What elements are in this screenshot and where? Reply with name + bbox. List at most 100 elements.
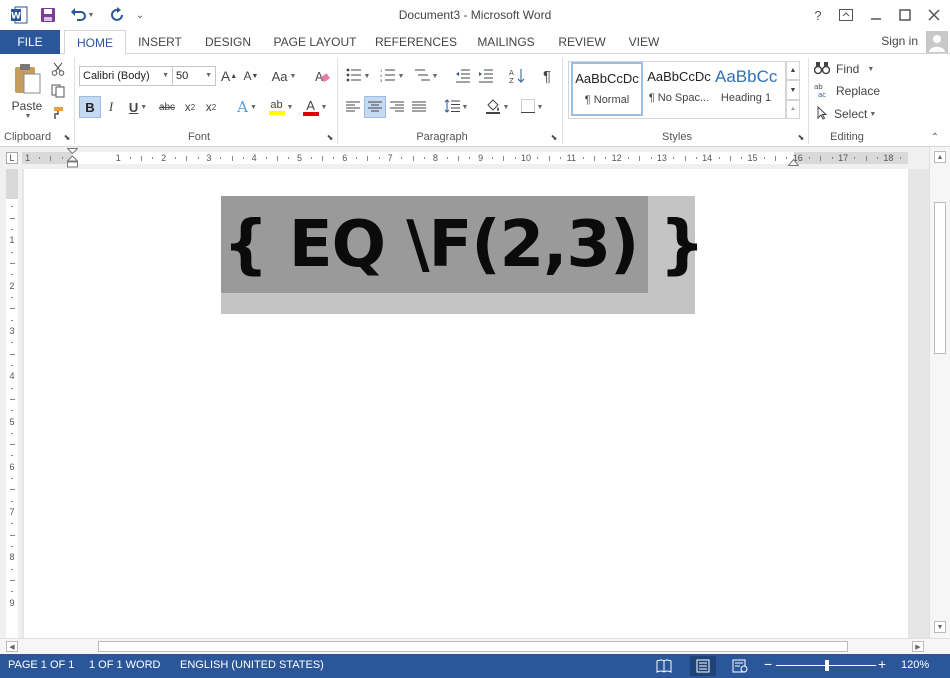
- replace-button[interactable]: ab ac Replace: [814, 81, 884, 101]
- justify-icon[interactable]: [408, 96, 430, 118]
- horizontal-ruler[interactable]: L 1 1 2 3 4 5 6 7 8 9 10 11 12 13 14 15 16 17 18: [0, 147, 950, 169]
- align-left-icon[interactable]: [342, 96, 364, 118]
- italic-button[interactable]: I: [101, 96, 121, 118]
- font-color-button[interactable]: A ▼: [299, 96, 331, 118]
- tab-review[interactable]: REVIEW: [552, 30, 612, 54]
- vertical-scrollbar[interactable]: ▲ ▼: [929, 147, 950, 638]
- find-button[interactable]: Find ▼: [813, 59, 884, 79]
- field-code-text[interactable]: { EQ \F(2,3) }: [223, 199, 705, 291]
- maximize-icon[interactable]: [891, 4, 919, 26]
- vruler-tick-mark: [11, 591, 13, 593]
- style-normal[interactable]: AaBbCcDc ¶ Normal: [571, 62, 643, 116]
- tab-references[interactable]: REFERENCES: [372, 30, 460, 54]
- scroll-down-arrow-icon[interactable]: ▼: [934, 621, 946, 633]
- underline-button[interactable]: U ▼: [123, 96, 153, 118]
- web-layout-icon[interactable]: [732, 659, 748, 676]
- tab-insert[interactable]: INSERT: [132, 30, 188, 54]
- styles-scroll-down-icon[interactable]: ▼: [786, 80, 800, 100]
- cut-icon[interactable]: [49, 60, 67, 78]
- grow-font-button[interactable]: A ▲: [219, 66, 239, 86]
- superscript-button[interactable]: x2: [201, 96, 221, 118]
- font-size-select[interactable]: 50 ▼: [172, 66, 216, 86]
- minimize-icon[interactable]: [862, 4, 890, 26]
- zoom-in-button[interactable]: +: [878, 656, 886, 672]
- styles-more-icon[interactable]: ⩡: [786, 100, 800, 119]
- paragraph-launcher-icon[interactable]: ⬊: [549, 132, 559, 142]
- ribbon-display-options-icon[interactable]: [832, 4, 860, 26]
- clear-formatting-icon[interactable]: A: [311, 66, 333, 86]
- scroll-up-arrow-icon[interactable]: ▲: [934, 151, 946, 163]
- word-count[interactable]: 1 OF 1 WORD: [89, 659, 161, 671]
- format-painter-icon[interactable]: [49, 104, 67, 122]
- sort-icon[interactable]: AZ: [506, 66, 528, 86]
- page-count[interactable]: PAGE 1 OF 1: [8, 659, 74, 671]
- style-no-spacing[interactable]: AaBbCcDc ¶ No Spac...: [643, 62, 715, 116]
- font-launcher-icon[interactable]: ⬊: [325, 132, 335, 142]
- style-heading-1[interactable]: AaBbCc Heading 1: [713, 62, 779, 116]
- ruler-tick-label: 13: [656, 153, 667, 163]
- read-mode-icon[interactable]: [656, 659, 672, 676]
- align-right-icon[interactable]: [386, 96, 408, 118]
- tab-mailings[interactable]: MAILINGS: [470, 30, 542, 54]
- avatar[interactable]: [926, 31, 948, 53]
- strikethrough-button[interactable]: abc: [155, 96, 179, 118]
- multilevel-list-button[interactable]: ▼: [410, 66, 442, 86]
- document-area[interactable]: { EQ \F(2,3) }: [22, 169, 929, 638]
- tab-page-layout[interactable]: PAGE LAYOUT: [268, 30, 362, 54]
- show-formatting-marks-button[interactable]: ¶: [537, 66, 557, 86]
- document-page[interactable]: { EQ \F(2,3) }: [24, 169, 908, 638]
- horizontal-scroll-thumb[interactable]: [98, 641, 848, 652]
- bold-button[interactable]: B: [79, 96, 101, 118]
- bullets-button[interactable]: ▼: [342, 66, 374, 86]
- change-case-button[interactable]: Aa ▼: [269, 66, 299, 86]
- vertical-ruler[interactable]: 1 2 3 4 5 6 7 8 9: [0, 169, 22, 638]
- vruler-tick-mark: [9, 308, 15, 310]
- decrease-indent-icon[interactable]: [452, 66, 474, 86]
- close-icon[interactable]: [920, 4, 948, 26]
- borders-button[interactable]: ▼: [516, 96, 548, 118]
- numbering-button[interactable]: 1 2 3 ▼: [376, 66, 408, 86]
- zoom-out-button[interactable]: −: [764, 656, 772, 672]
- highlight-label: ab: [270, 99, 283, 111]
- styles-launcher-icon[interactable]: ⬊: [796, 132, 806, 142]
- shrink-font-button[interactable]: A ▼: [241, 66, 261, 86]
- help-button[interactable]: ?: [804, 4, 832, 26]
- tab-view[interactable]: VIEW: [622, 30, 666, 54]
- line-spacing-button[interactable]: ▼: [440, 96, 472, 118]
- text-effects-button[interactable]: A ▼: [232, 96, 262, 118]
- first-line-indent-icon[interactable]: [66, 148, 79, 171]
- scroll-left-arrow-icon[interactable]: ◀: [6, 641, 18, 652]
- collapse-ribbon-icon[interactable]: ⌃: [928, 132, 942, 143]
- styles-scroll-up-icon[interactable]: ▲: [786, 61, 800, 80]
- horizontal-scrollbar[interactable]: ◀ ▶: [0, 638, 950, 654]
- language-indicator[interactable]: ENGLISH (UNITED STATES): [180, 659, 324, 671]
- sign-in-link[interactable]: Sign in: [881, 34, 918, 48]
- select-button[interactable]: Select ▼: [814, 104, 884, 124]
- subscript-digit: 2: [190, 102, 196, 112]
- shading-button[interactable]: ▼: [481, 96, 513, 118]
- font-family-select[interactable]: Calibri (Body) ▼: [79, 66, 173, 86]
- zoom-level[interactable]: 120%: [901, 659, 929, 671]
- highlight-button[interactable]: ab ▼: [265, 96, 297, 118]
- right-indent-icon[interactable]: [787, 156, 800, 170]
- scroll-right-arrow-icon[interactable]: ▶: [912, 641, 924, 652]
- zoom-slider-thumb[interactable]: [825, 660, 829, 671]
- tab-design[interactable]: DESIGN: [198, 30, 258, 54]
- increase-indent-icon[interactable]: [475, 66, 497, 86]
- style-heading-1-sample: AaBbCc: [715, 67, 778, 86]
- ruler-tick-label: 18: [883, 153, 894, 163]
- font-size-value: 50: [176, 70, 189, 82]
- tab-file[interactable]: FILE: [0, 30, 60, 54]
- ruler-tick-mark: [174, 157, 176, 159]
- align-center-icon[interactable]: [364, 96, 386, 118]
- subscript-button[interactable]: x2: [180, 96, 200, 118]
- ruler-tick-mark: [548, 155, 550, 161]
- paste-button[interactable]: Paste ▼: [6, 60, 48, 122]
- tab-home[interactable]: HOME: [64, 30, 126, 55]
- svg-text:Z: Z: [509, 77, 514, 84]
- vruler-tick-mark: [11, 410, 13, 412]
- clipboard-launcher-icon[interactable]: ⬊: [62, 132, 72, 142]
- paste-dropdown-icon: ▼: [24, 112, 32, 120]
- vertical-scroll-thumb[interactable]: [934, 202, 946, 354]
- copy-icon[interactable]: [49, 82, 67, 100]
